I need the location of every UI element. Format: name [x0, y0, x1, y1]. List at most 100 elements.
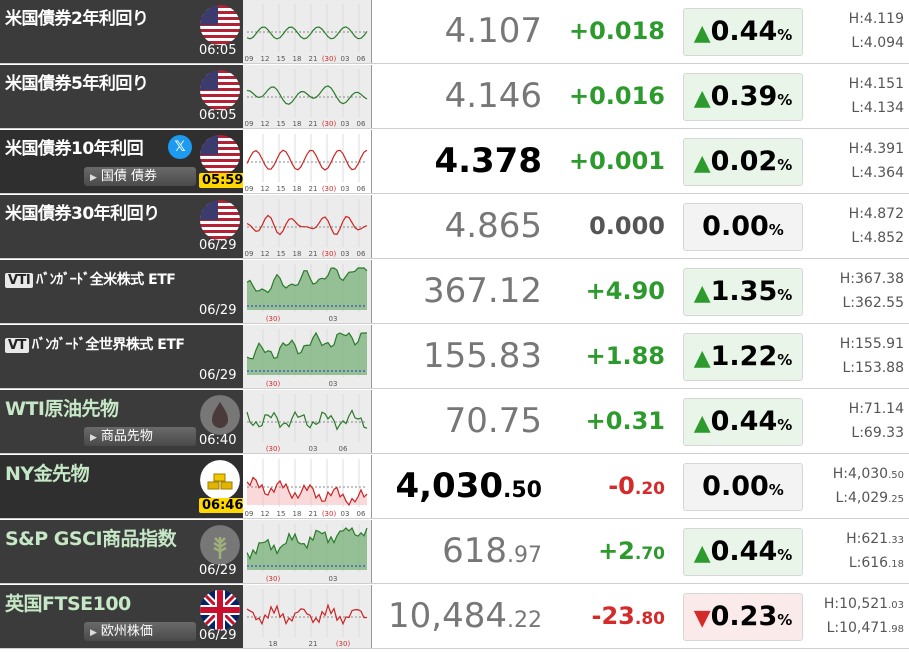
instrument-name[interactable]: 米国債券30年利回り	[5, 199, 160, 224]
low-value: L:4.852	[851, 230, 904, 246]
day-high: H:10,521.03	[806, 593, 904, 617]
low-value: L:616	[848, 555, 889, 571]
last-price: 4.146	[372, 65, 542, 128]
sparkline-chart[interactable]: (30) 03	[243, 260, 372, 323]
quote-row[interactable]: VT ﾊﾞﾝｶﾞｰﾄﾞ全世界株式 ETF 06/29 (30) 03 155.83 +1.8…	[0, 325, 909, 389]
instrument-panel[interactable]: VT ﾊﾞﾝｶﾞｰﾄﾞ全世界株式 ETF 06/29	[0, 325, 244, 388]
instrument-panel[interactable]: NY金先物 06:46	[0, 455, 247, 518]
last-price: 4.865	[372, 195, 542, 258]
change-integer: +1.88	[585, 342, 665, 370]
instrument-panel[interactable]: WTI原油先物 ▶ 商品先物 06:40	[0, 390, 244, 453]
quote-row[interactable]: 米国債券30年利回り 06/29 09 12 15 18 21 (30) 03 06 4.865 0.…	[0, 195, 909, 259]
quote-row[interactable]: NY金先物 06:46 09 12 15 18 21 (30) 03 06 4,030.50 -0.2…	[0, 455, 909, 519]
day-high: H:71.14	[806, 398, 904, 422]
sparkline-chart[interactable]: (30) 03 06	[243, 390, 372, 453]
axis-tick-label: 21	[309, 250, 318, 258]
sparkline-chart[interactable]: 09 12 15 18 21 (30) 03 06	[243, 0, 372, 63]
price-change: 0.000	[545, 195, 665, 258]
percent-change-box: ▲0.39%	[683, 73, 803, 121]
axis-tick-label: 12	[261, 55, 270, 63]
percent-value: 0.39	[710, 81, 778, 112]
instrument-name[interactable]: VTI ﾊﾞﾝｶﾞｰﾄﾞ全米株式 ETF	[5, 269, 176, 289]
instrument-name-text: ﾊﾞﾝｶﾞｰﾄﾞ全米株式 ETF	[36, 272, 176, 288]
instrument-panel[interactable]: 米国債券10年利回 𝕏 ▶ 国債 債券 05:59	[0, 130, 247, 193]
change-integer: +2	[598, 537, 635, 565]
instrument-name[interactable]: S&P GSCI商品指数	[5, 524, 177, 551]
quote-row[interactable]: 米国債券10年利回 𝕏 ▶ 国債 債券 05:59 09 12 15 18 21 (30) 03 06 4…	[0, 130, 909, 194]
instrument-panel[interactable]: 英国FTSE100 ▶ 欧州株価 06/29	[0, 585, 244, 648]
last-price: 618.97	[372, 520, 542, 583]
instrument-name-text: 英国FTSE100	[5, 593, 131, 615]
category-button[interactable]: ▶ 国債 債券	[84, 167, 196, 186]
axis-tick-label: (30)	[266, 380, 281, 388]
instrument-name[interactable]: 米国債券2年利回り	[5, 4, 149, 29]
sparkline-chart[interactable]: (30) 03	[243, 520, 372, 583]
triangle-right-icon: ▶	[90, 433, 97, 443]
sparkline-chart[interactable]: 09 12 15 18 21 (30) 03 06	[243, 130, 372, 193]
instrument-name-text: WTI原油先物	[5, 398, 119, 420]
axis-tick-label: 21	[309, 55, 318, 63]
axis-tick-label: 15	[277, 510, 286, 518]
axis-tick-label: 03	[329, 380, 338, 388]
quote-row[interactable]: VTI ﾊﾞﾝｶﾞｰﾄﾞ全米株式 ETF 06/29 (30) 03 367.12 +4.9…	[0, 260, 909, 324]
us-flag-icon	[200, 5, 240, 45]
triangle-right-icon: ▶	[90, 628, 97, 638]
quote-row[interactable]: S&P GSCI商品指数 06/29 (30) 03 618.97 +2.70 ▲0.44%…	[0, 520, 909, 584]
ticker-badge: VT	[5, 338, 29, 353]
instrument-panel[interactable]: S&P GSCI商品指数 06/29	[0, 520, 244, 583]
x-share-icon[interactable]: 𝕏	[168, 135, 192, 159]
instrument-name[interactable]: WTI原油先物	[5, 394, 119, 421]
day-low: L:69.33	[806, 422, 904, 446]
instrument-name[interactable]: 米国債券5年利回り	[5, 69, 149, 94]
low-value: L:4.134	[851, 100, 904, 116]
triangle-up-icon: ▲	[693, 346, 711, 371]
day-low: L:4.364	[806, 162, 904, 186]
price-integer: 4.865	[444, 206, 542, 246]
percent-value: 0.44	[710, 536, 778, 567]
change-integer: +0.016	[568, 82, 665, 110]
quote-row[interactable]: 米国債券2年利回り 06:05 09 12 15 18 21 (30) 03 06 4.107 +0.…	[0, 0, 909, 64]
sparkline-chart[interactable]: 09 12 15 18 21 (30) 03 06	[243, 195, 372, 258]
quote-row[interactable]: 米国債券5年利回り 06:05 09 12 15 18 21 (30) 03 06 4.146 +0.…	[0, 65, 909, 129]
instrument-name[interactable]: VT ﾊﾞﾝｶﾞｰﾄﾞ全世界株式 ETF	[5, 334, 185, 354]
low-value: L:69.33	[851, 425, 904, 441]
instrument-panel[interactable]: 米国債券5年利回り 06:05	[0, 65, 244, 128]
day-low: L:4,029.25	[806, 487, 904, 511]
percent-sign: %	[777, 416, 793, 434]
day-low: L:4.852	[806, 227, 904, 251]
instrument-name[interactable]: 米国債券10年利回	[5, 134, 144, 159]
day-high: H:4.872	[806, 203, 904, 227]
category-button[interactable]: ▶ 商品先物	[84, 427, 196, 446]
sparkline-chart[interactable]: (30) 03	[243, 325, 372, 388]
axis-tick-label: 15	[277, 250, 286, 258]
high-low: H:367.38 L:362.55	[806, 268, 904, 316]
update-time: 06/29	[199, 628, 237, 643]
instrument-name[interactable]: 英国FTSE100	[5, 589, 131, 616]
instrument-panel[interactable]: VTI ﾊﾞﾝｶﾞｰﾄﾞ全米株式 ETF 06/29	[0, 260, 244, 323]
price-change: +0.018	[545, 0, 665, 63]
instrument-panel[interactable]: 米国債券30年利回り 06/29	[0, 195, 244, 258]
instrument-panel[interactable]: 米国債券2年利回り 06:05	[0, 0, 244, 63]
instrument-name[interactable]: NY金先物	[5, 459, 90, 486]
price-change: +2.70	[545, 520, 665, 583]
instrument-name-text: 米国債券5年利回り	[5, 74, 149, 94]
high-value: H:4.119	[848, 11, 904, 27]
price-change: -0.20	[545, 455, 665, 518]
high-value: H:4,030	[832, 466, 889, 482]
axis-tick-label: 21	[309, 185, 318, 193]
high-value: H:367.38	[839, 271, 904, 287]
category-button[interactable]: ▶ 欧州株価	[84, 622, 196, 641]
quote-row[interactable]: WTI原油先物 ▶ 商品先物 06:40 (30) 03 06 70.75 +0.31 ▲0.44…	[0, 390, 909, 454]
sparkline-chart[interactable]: 09 12 15 18 21 (30) 03 06	[243, 65, 372, 128]
quote-row[interactable]: 英国FTSE100 ▶ 欧州株価 06/29 18 21 (30) 10,484.22 -23.…	[0, 585, 909, 649]
day-high: H:4.151	[806, 73, 904, 97]
day-low: L:10,471.98	[806, 617, 904, 641]
price-change: -23.80	[545, 585, 665, 648]
percent-value: 0.00	[702, 471, 769, 502]
sparkline-chart[interactable]: 18 21 (30)	[243, 585, 372, 648]
axis-tick-label: (30)	[266, 315, 281, 323]
percent-change-box: ▲0.44%	[683, 8, 803, 56]
low-decimal: .98	[888, 624, 904, 635]
sparkline-chart[interactable]: 09 12 15 18 21 (30) 03 06	[243, 455, 372, 518]
high-low: H:4,030.50 L:4,029.25	[806, 463, 904, 511]
